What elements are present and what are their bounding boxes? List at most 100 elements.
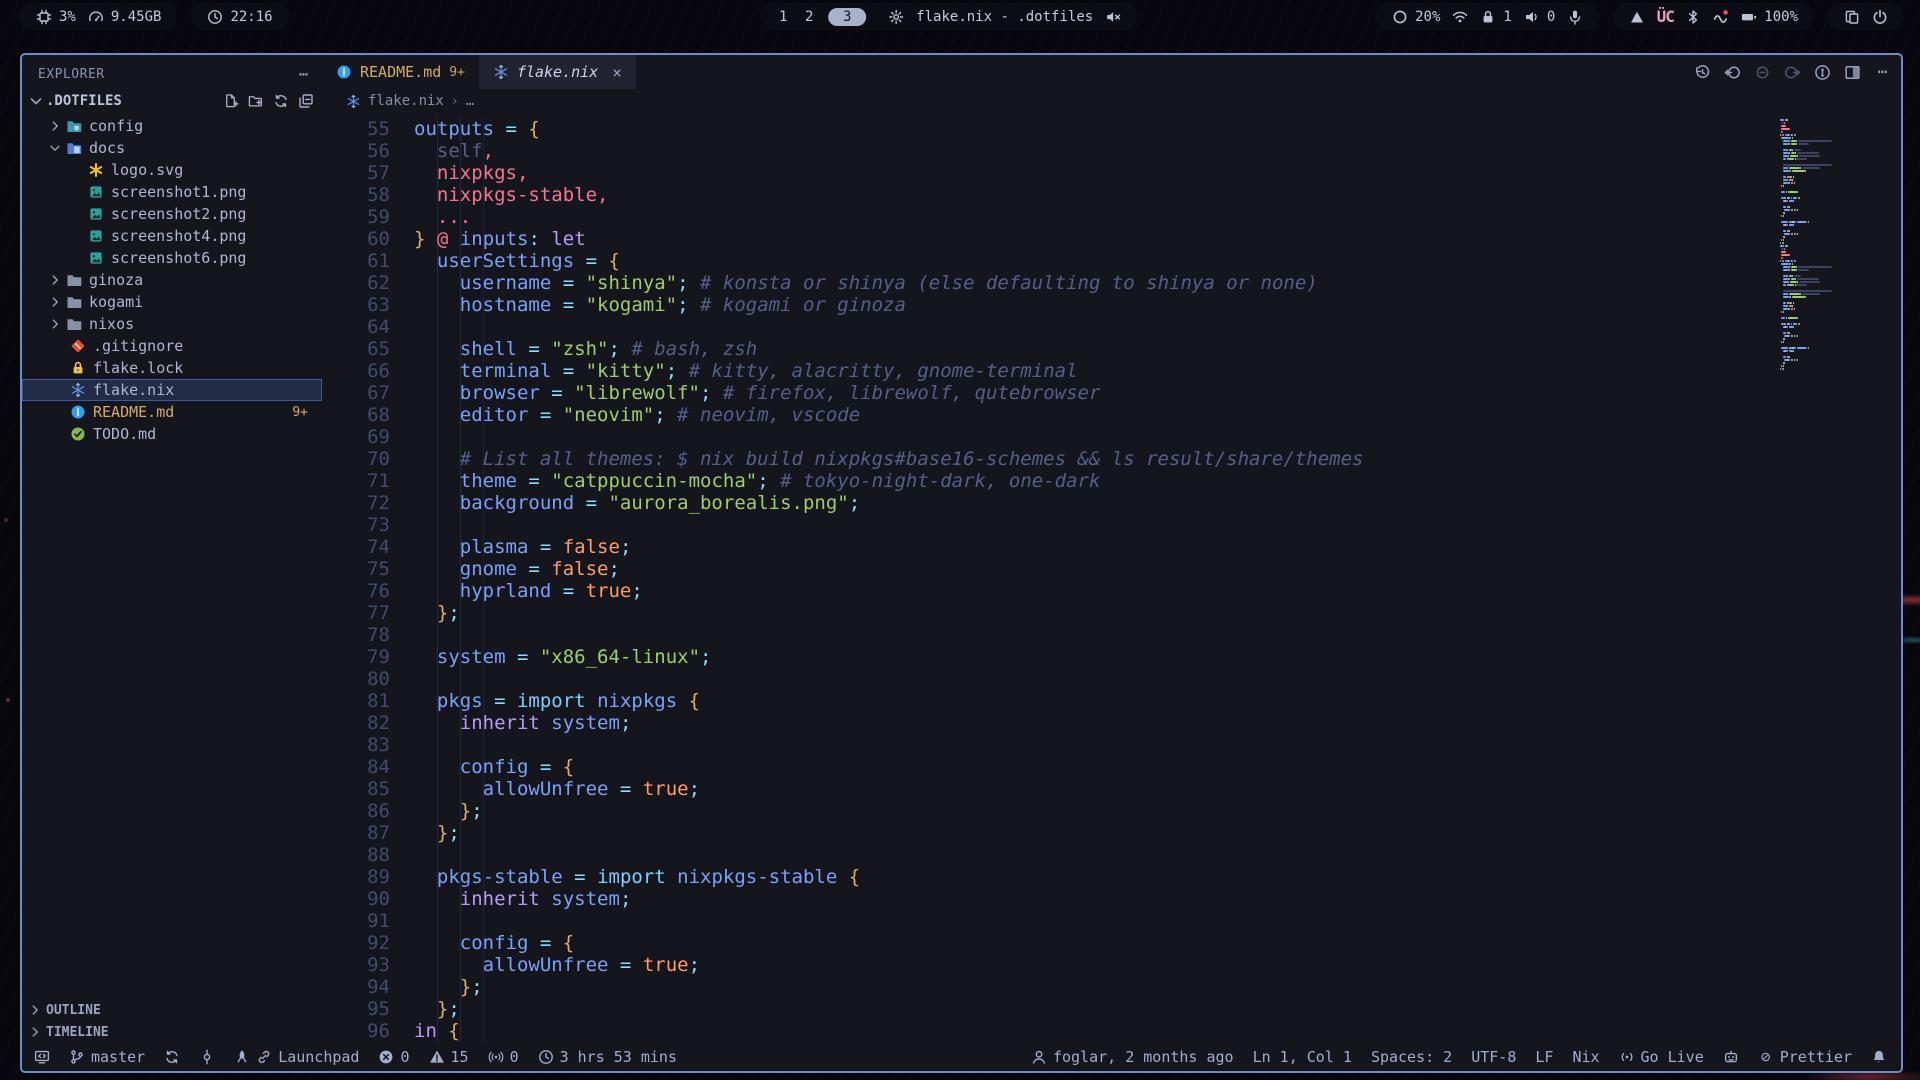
code-line-94: 94 }; [322, 976, 1363, 998]
code-line-75: 75 gnome = false; [322, 558, 1363, 580]
breadcrumb[interactable]: flake.nix › … [322, 89, 1901, 113]
system-top-bar: 3%9.45GB22:16 123 flake.nix - .dotfiles … [0, 0, 1920, 33]
tree-item-logo.svg[interactable]: logo.svg [22, 159, 322, 181]
tree-item-README.md[interactable]: README.md9+ [22, 401, 322, 423]
line-number: 95 [322, 998, 390, 1020]
status-left-error-circle[interactable]: 0 [378, 1048, 409, 1066]
code-line-78: 78 [322, 624, 1363, 646]
line-number: 86 [322, 800, 390, 822]
code-line-61: 61 userSettings = { [322, 250, 1363, 272]
status-left-warning-triangle[interactable]: 15 [429, 1048, 469, 1066]
image-file-icon [88, 250, 104, 266]
new-file-icon[interactable] [223, 93, 239, 109]
status-right-robot[interactable] [1723, 1049, 1739, 1065]
topbar-wifi-module[interactable] [1452, 9, 1468, 25]
explorer-more-actions-icon[interactable]: ⋯ [299, 65, 308, 83]
git-graph-icon[interactable] [1814, 64, 1831, 81]
section-outline[interactable]: OUTLINE [22, 999, 322, 1021]
status-left-git-commit[interactable] [199, 1049, 215, 1065]
code-editor[interactable]: 55 outputs = { 56 self, 57 nixpkgs, 58 n… [322, 113, 1901, 1043]
tab-flake.nix[interactable]: flake.nix × [479, 55, 636, 89]
topbar-wave-notification-module[interactable] [1713, 9, 1729, 25]
speaker-muted-icon[interactable] [1105, 9, 1121, 25]
status-right-slash-circle[interactable]: ⊘Prettier [1758, 1048, 1852, 1066]
tree-item-flake.nix[interactable]: flake.nix [22, 379, 322, 401]
folder-docs-icon [66, 140, 82, 156]
status-right-bell[interactable] [1871, 1049, 1887, 1065]
line-number: 84 [322, 756, 390, 778]
code-line-91: 91 [322, 910, 1363, 932]
cpu-icon [36, 9, 52, 25]
code-line-92: 92 config = { [322, 932, 1363, 954]
status-right-spaces-2[interactable]: Spaces: 2 [1371, 1048, 1452, 1066]
tree-item-TODO.md[interactable]: TODO.md [22, 423, 322, 445]
status-left-clock[interactable]: 3 hrs 53 mins [538, 1048, 677, 1066]
topbar-clipboard-module[interactable] [1844, 9, 1860, 25]
close-tab-icon[interactable]: × [612, 63, 622, 82]
status-right-author[interactable]: foglar, 2 months ago [1031, 1048, 1234, 1066]
collapse-all-icon[interactable] [298, 93, 314, 109]
new-folder-icon[interactable] [248, 93, 264, 109]
status-right-ln-1-col-1[interactable]: Ln 1, Col 1 [1253, 1048, 1352, 1066]
topbar-bluetooth-module[interactable] [1685, 9, 1701, 25]
circle-slash-dim-icon[interactable] [1754, 64, 1771, 81]
status-right-utf-8[interactable]: UTF-8 [1471, 1048, 1516, 1066]
code-line-64: 64 [322, 316, 1363, 338]
workspace-3[interactable]: 3 [828, 8, 866, 26]
topbar-keyboard-layout-module[interactable]: ÜC [1657, 9, 1673, 25]
topbar-power-module[interactable] [1872, 9, 1888, 25]
status-right-nix[interactable]: Nix [1572, 1048, 1599, 1066]
tree-item-screenshot1.png[interactable]: screenshot1.png [22, 181, 322, 203]
workspace-1[interactable]: 1 [776, 9, 790, 25]
status-right-lf[interactable]: LF [1535, 1048, 1553, 1066]
tree-item-screenshot4.png[interactable]: screenshot4.png [22, 225, 322, 247]
code-line-65: 65 shell = "zsh"; # bash, zsh [322, 338, 1363, 360]
topbar-cpu-module[interactable]: 3% [36, 9, 76, 25]
code-line-66: 66 terminal = "kitty"; # kitty, alacritt… [322, 360, 1363, 382]
info-circle-icon [336, 64, 352, 80]
topbar-circle-outline-module[interactable]: 20% [1392, 9, 1440, 25]
line-number: 65 [322, 338, 390, 360]
section-timeline[interactable]: TIMELINE [22, 1021, 322, 1043]
status-left-radio-ripple[interactable]: 0 [488, 1048, 519, 1066]
explorer-actions [223, 93, 314, 109]
bluetooth-icon [1685, 9, 1701, 25]
project-root-row[interactable]: .DOTFILES [22, 89, 322, 113]
more-ellipsis-icon[interactable]: ⋯ [1874, 64, 1891, 81]
line-number: 57 [322, 162, 390, 184]
tab-README.md[interactable]: README.md 9+ [322, 55, 479, 89]
nav-back-icon[interactable] [1724, 64, 1741, 81]
tree-item-ginoza[interactable]: ginoza [22, 269, 322, 291]
code-line-56: 56 self, [322, 140, 1363, 162]
status-left-rocket[interactable]: Launchpad [234, 1048, 359, 1066]
split-editor-icon[interactable] [1844, 64, 1861, 81]
tree-item-.gitignore[interactable]: .gitignore [22, 335, 322, 357]
tree-item-screenshot6.png[interactable]: screenshot6.png [22, 247, 322, 269]
topbar-center-pill: 123 flake.nix - .dotfiles [760, 3, 1137, 30]
topbar-speaker-module[interactable]: 0 [1524, 9, 1555, 25]
topbar-network-triangle-module[interactable] [1629, 9, 1645, 25]
tree-item-flake.lock[interactable]: flake.lock [22, 357, 322, 379]
minimap[interactable] [1780, 119, 1838, 371]
line-number: 87 [322, 822, 390, 844]
history-icon[interactable] [1694, 64, 1711, 81]
explorer-sidebar: EXPLORER ⋯ .DOTFILES config docs logo.sv… [22, 55, 322, 1043]
topbar-clock-module[interactable]: 22:16 [207, 9, 272, 25]
status-left-sync[interactable] [164, 1049, 180, 1065]
topbar-battery-module[interactable]: 100% [1741, 9, 1798, 25]
status-right-broadcast[interactable]: Go Live [1619, 1048, 1704, 1066]
tree-item-docs[interactable]: docs [22, 137, 322, 159]
topbar-lock-module[interactable]: 1 [1480, 9, 1511, 25]
workspace-2[interactable]: 2 [802, 9, 816, 25]
tree-item-kogami[interactable]: kogami [22, 291, 322, 313]
line-number: 63 [322, 294, 390, 316]
refresh-icon[interactable] [273, 93, 289, 109]
tree-item-config[interactable]: config [22, 115, 322, 137]
topbar-memory-gauge-module[interactable]: 9.45GB [88, 9, 162, 25]
tree-item-screenshot2.png[interactable]: screenshot2.png [22, 203, 322, 225]
nav-forward-dim-icon[interactable] [1784, 64, 1801, 81]
tree-item-nixos[interactable]: nixos [22, 313, 322, 335]
status-left-remote-window[interactable] [34, 1049, 50, 1065]
status-left-git-branch[interactable]: master [69, 1048, 145, 1066]
topbar-microphone-module[interactable] [1567, 9, 1583, 25]
